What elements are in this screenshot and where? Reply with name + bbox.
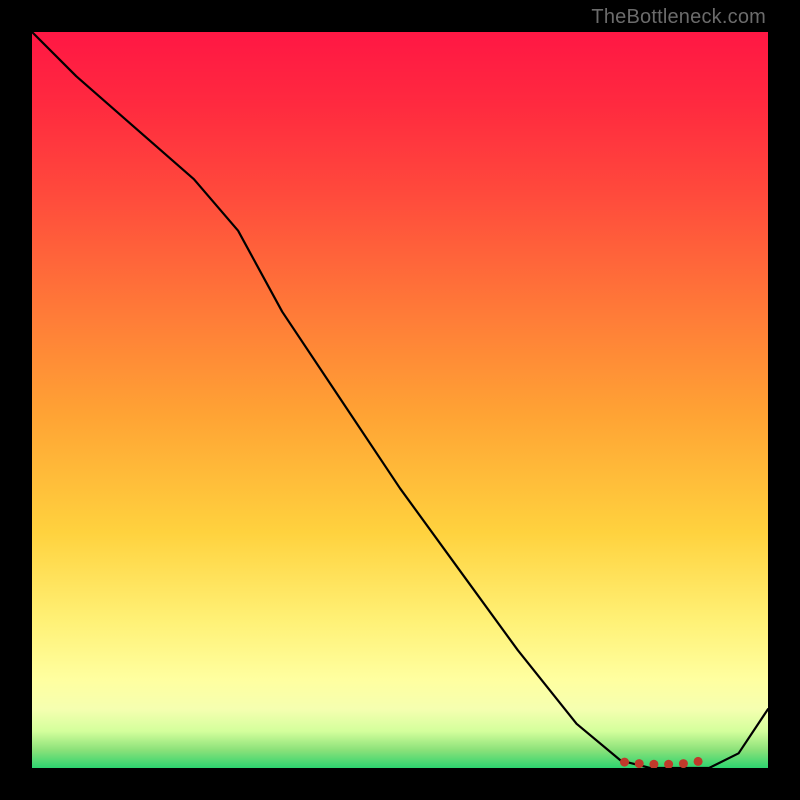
chart-svg (32, 32, 768, 768)
marker-dot (679, 759, 688, 768)
marker-dot (664, 760, 673, 768)
data-curve (32, 32, 768, 768)
marker-dot (649, 760, 658, 768)
marker-dot (694, 757, 703, 766)
marker-dot (635, 759, 644, 768)
attribution-text: TheBottleneck.com (591, 6, 766, 29)
plot-area (32, 32, 768, 768)
chart-frame: TheBottleneck.com (0, 0, 800, 800)
marker-dot (620, 758, 629, 767)
